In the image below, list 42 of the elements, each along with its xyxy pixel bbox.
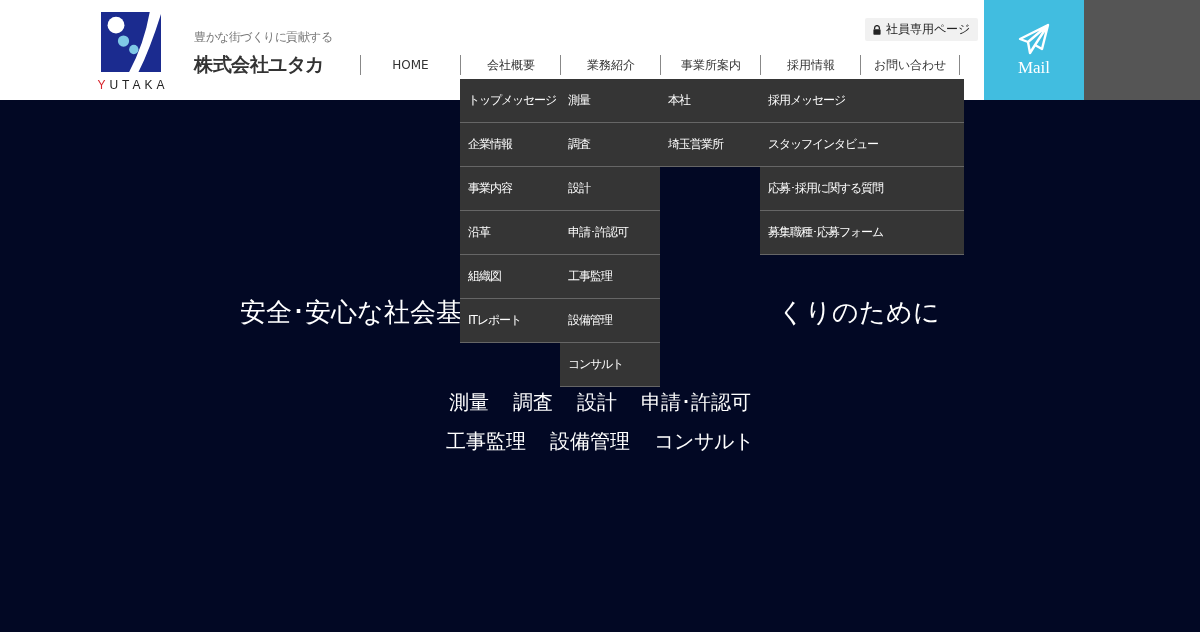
submenu-item[interactable]: 採用メッセージ bbox=[760, 79, 964, 123]
submenu-item[interactable]: 設備管理 bbox=[560, 299, 660, 343]
nav-link[interactable]: 事業所案内 bbox=[660, 55, 760, 75]
submenu-item[interactable]: 申請･許認可 bbox=[560, 211, 660, 255]
staff-page-link[interactable]: 社員専用ページ bbox=[865, 18, 978, 41]
paper-plane-icon bbox=[1018, 23, 1050, 55]
lock-icon bbox=[873, 24, 881, 35]
submenu-item[interactable]: 募集職種･応募フォーム bbox=[760, 211, 964, 255]
service-label: 設備管理 bbox=[550, 428, 630, 455]
submenu-item[interactable]: トップメッセージ bbox=[460, 79, 560, 123]
nav-link[interactable]: HOME bbox=[360, 55, 460, 75]
submenu-item[interactable]: 設計 bbox=[560, 167, 660, 211]
submenu-item[interactable]: 企業情報 bbox=[460, 123, 560, 167]
service-label: コンサルト bbox=[654, 428, 754, 455]
submenu-item[interactable]: 応募･採用に関する質問 bbox=[760, 167, 964, 211]
submenu-item[interactable]: コンサルト bbox=[560, 343, 660, 387]
service-label: 工事監理 bbox=[446, 428, 526, 455]
service-label: 調査 bbox=[513, 389, 553, 416]
submenu-item[interactable]: スタッフインタビュー bbox=[760, 123, 964, 167]
logo-text: YUTAKA bbox=[97, 78, 169, 92]
company-name: 株式会社ユタカ bbox=[194, 52, 325, 77]
submenu-item[interactable]: 調査 bbox=[560, 123, 660, 167]
submenu-item[interactable]: 測量 bbox=[560, 79, 660, 123]
submenu-item[interactable]: 組織図 bbox=[460, 255, 560, 299]
nav-link[interactable]: 会社概要 bbox=[460, 55, 560, 75]
hero-heading: 安全･安心な社会基 bbox=[240, 295, 462, 329]
nav-link[interactable]: お問い合わせ bbox=[860, 55, 960, 75]
service-label: 設計 bbox=[577, 389, 617, 416]
service-label: 測量 bbox=[449, 389, 489, 416]
submenu-item[interactable]: 埼玉営業所 bbox=[660, 123, 760, 167]
hero-heading: くりのために bbox=[778, 295, 940, 329]
submenu-item[interactable]: 事業内容 bbox=[460, 167, 560, 211]
submenu-item[interactable]: 沿革 bbox=[460, 211, 560, 255]
logo-mark-icon bbox=[100, 12, 162, 72]
tagline: 豊かな街づくりに貢献する bbox=[194, 29, 333, 46]
nav-link[interactable]: 業務紹介 bbox=[560, 55, 660, 75]
submenu-item[interactable]: 工事監理 bbox=[560, 255, 660, 299]
submenu-item[interactable]: 本社 bbox=[660, 79, 760, 123]
submenu-item[interactable]: ITレポート bbox=[460, 299, 560, 343]
company-logo[interactable]: YUTAKA bbox=[90, 0, 172, 100]
service-label: 申請･許認可 bbox=[641, 389, 751, 416]
nav-link[interactable]: 採用情報 bbox=[760, 55, 860, 75]
